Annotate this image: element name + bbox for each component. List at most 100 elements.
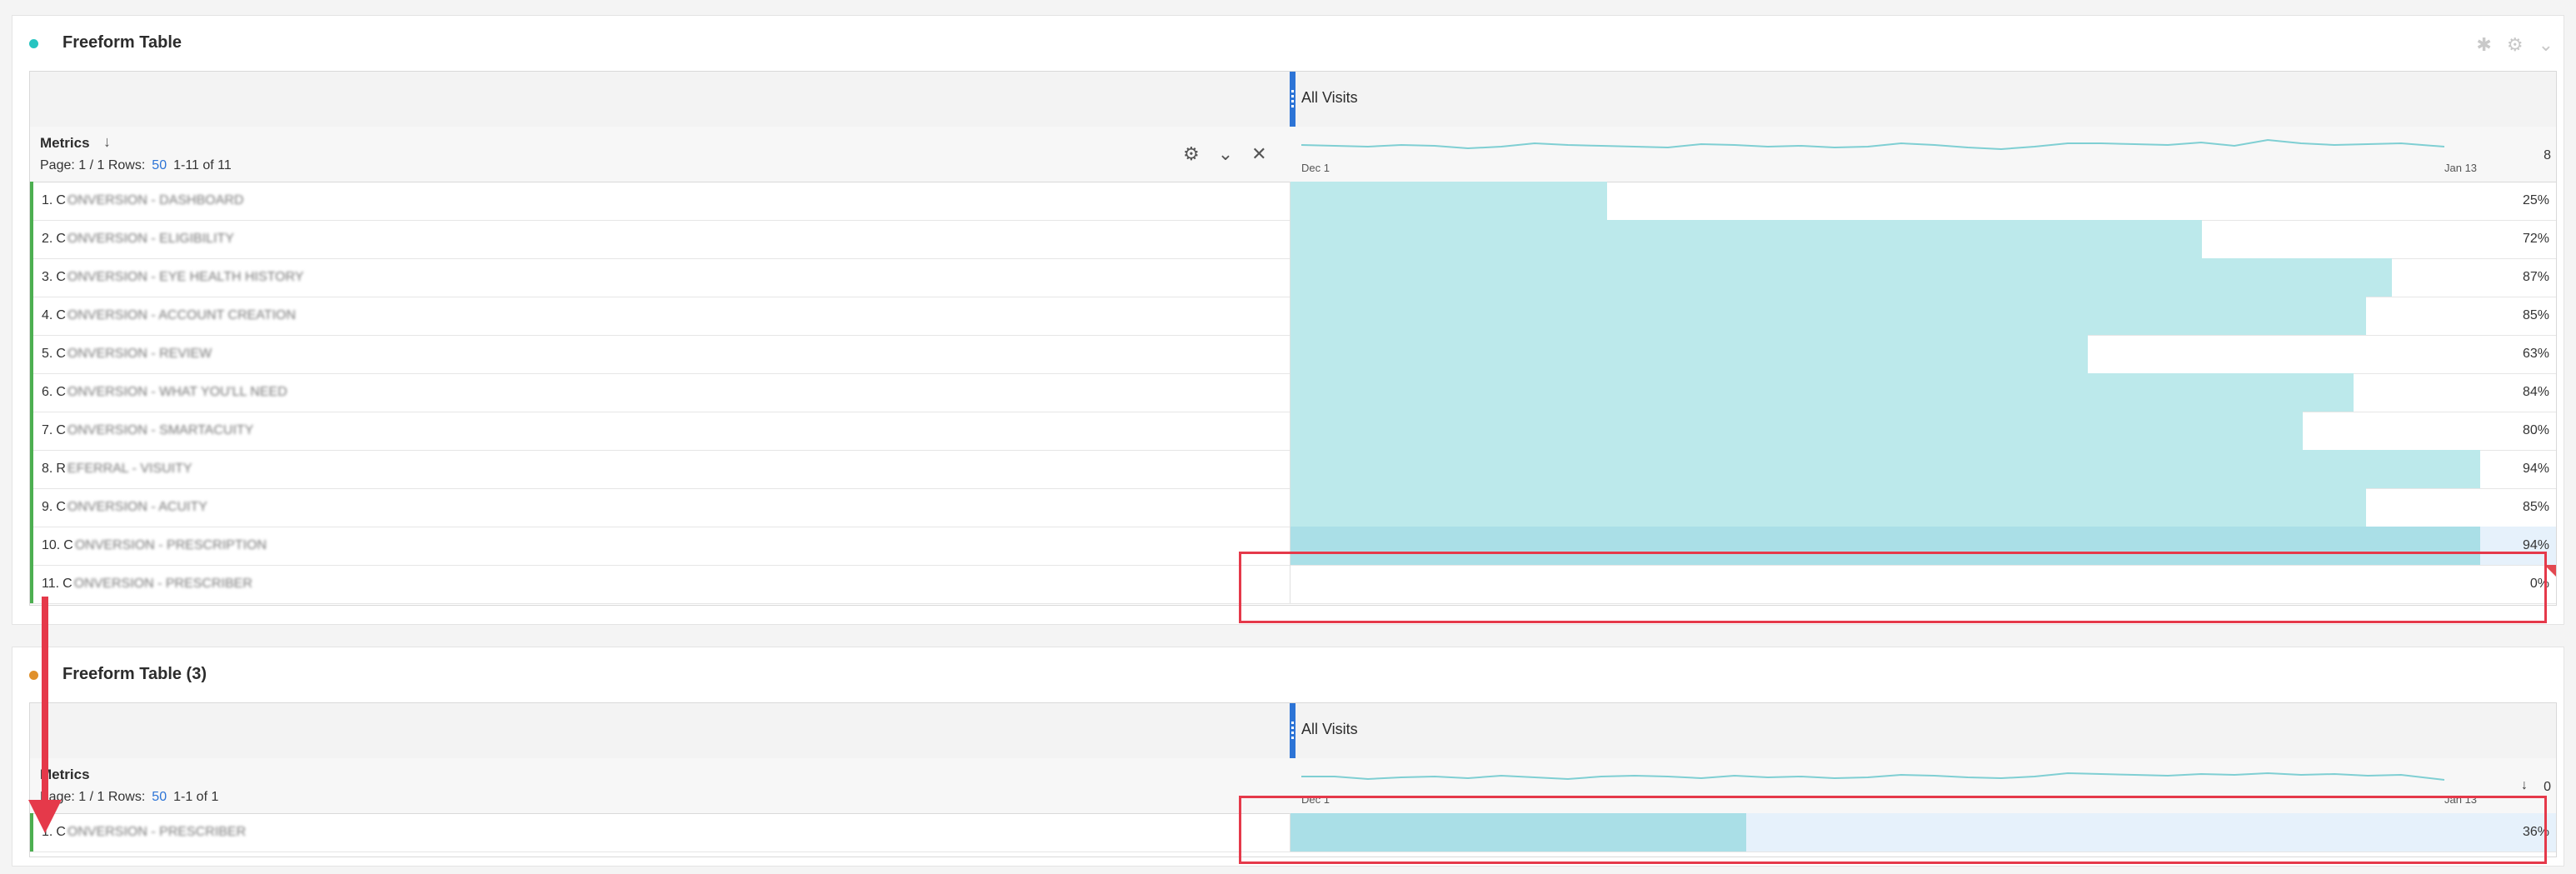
sparkline-total: 8 xyxy=(2544,148,2551,162)
percent-bar xyxy=(1290,182,1607,220)
row-range: 1-11 of 11 xyxy=(173,158,232,172)
percent-bar xyxy=(1290,335,2088,373)
chevron-down-icon[interactable]: ⌄ xyxy=(2539,34,2554,56)
sparkline-end-date: Jan 13 xyxy=(2444,162,2478,174)
row-label[interactable]: 8. R EFERRAL - VISUITY xyxy=(42,462,192,477)
panel-color-dot xyxy=(29,39,38,48)
metric-cell[interactable]: 63% xyxy=(1290,335,2556,373)
row-number: 10. xyxy=(42,538,61,552)
rows-per-page[interactable]: 50 xyxy=(152,158,167,172)
gear-icon[interactable]: ⚙ xyxy=(2507,34,2524,56)
close-icon[interactable]: ✕ xyxy=(1251,143,1266,165)
table-row[interactable]: 3. C ONVERSION - EYE HEALTH HISTORY 87% xyxy=(30,258,2556,297)
sparkline xyxy=(1301,772,2444,781)
row-label-initial: C xyxy=(56,232,66,246)
percent-bar xyxy=(1290,220,2202,258)
table-row[interactable]: 2. C ONVERSION - ELIGIBILITY 72% xyxy=(30,220,2556,259)
metric-cell[interactable]: 85% xyxy=(1290,297,2556,335)
column-title[interactable]: All Visits xyxy=(1301,89,1358,107)
row-label[interactable]: 4. C ONVERSION - ACCOUNT CREATION xyxy=(42,308,296,323)
row-number: 1. xyxy=(42,193,53,207)
table-row[interactable]: 5. C ONVERSION - REVIEW 63% xyxy=(30,335,2556,374)
chevron-down-icon[interactable]: ⌄ xyxy=(1218,143,1233,165)
row-selection-indicator xyxy=(30,373,33,412)
row-selection-indicator xyxy=(30,297,33,335)
freeform-table-panel: Freeform Table ✱ ⚙ ⌄ All Visits Metrics … xyxy=(12,15,2564,625)
row-label[interactable]: 7. C ONVERSION - SMARTACUITY xyxy=(42,423,253,438)
page-indicator: Page: 1 / 1 xyxy=(40,158,105,172)
row-label[interactable]: 2. C ONVERSION - ELIGIBILITY xyxy=(42,232,234,247)
column-title[interactable]: All Visits xyxy=(1301,721,1358,738)
panel-title[interactable]: Freeform Table (3) xyxy=(62,665,207,684)
bug-icon[interactable]: ✱ xyxy=(2476,34,2491,56)
metric-cell[interactable]: 72% xyxy=(1290,220,2556,258)
column-drag-handle[interactable] xyxy=(1290,703,1295,758)
row-label-redacted: ONVERSION - PRESCRIBER xyxy=(73,577,252,591)
row-label[interactable]: 10. C ONVERSION - PRESCRIPTION xyxy=(42,538,267,553)
rows-label: Rows: xyxy=(107,158,146,172)
row-label-initial: C xyxy=(56,193,66,207)
table-row[interactable]: 8. R EFERRAL - VISUITY 94% xyxy=(30,450,2556,489)
row-selection-indicator xyxy=(30,220,33,258)
annotation-arrow xyxy=(42,597,48,805)
metric-cell[interactable]: 94% xyxy=(1290,450,2556,488)
row-number: 11. xyxy=(42,577,60,591)
highlight-box-zero-row xyxy=(1239,552,2547,623)
table-row[interactable]: 9. C ONVERSION - ACUITY 85% xyxy=(30,488,2556,527)
metrics-label[interactable]: Metrics xyxy=(40,135,90,152)
table-row[interactable]: 4. C ONVERSION - ACCOUNT CREATION 85% xyxy=(30,297,2556,336)
row-label[interactable]: 11. C ONVERSION - PRESCRIBER xyxy=(42,577,252,592)
row-selection-indicator xyxy=(30,182,33,220)
metric-cell[interactable]: 84% xyxy=(1290,373,2556,412)
rows-per-page[interactable]: 50 xyxy=(152,790,167,804)
row-selection-indicator xyxy=(30,565,33,603)
column-header: All Visits xyxy=(30,72,2556,127)
percent-bar xyxy=(1290,373,2354,412)
metric-cell[interactable]: 80% xyxy=(1290,412,2556,450)
pagination: Page: 1 / 1 Rows: 50 1-11 of 11 xyxy=(40,158,232,173)
row-number: 5. xyxy=(42,347,53,361)
gear-icon[interactable]: ⚙ xyxy=(1183,143,1200,165)
panel-title[interactable]: Freeform Table xyxy=(62,33,182,52)
row-label-redacted: ONVERSION - REVIEW xyxy=(67,347,212,361)
row-selection-indicator xyxy=(30,335,33,373)
column-header: All Visits xyxy=(30,703,2556,759)
row-label-initial: C xyxy=(56,500,66,514)
row-label[interactable]: 6. C ONVERSION - WHAT YOU'LL NEED xyxy=(42,385,287,400)
row-label[interactable]: 1. C ONVERSION - DASHBOARD xyxy=(42,193,244,208)
percent-value: 72% xyxy=(2522,232,2549,246)
row-label[interactable]: 3. C ONVERSION - EYE HEALTH HISTORY xyxy=(42,270,304,285)
percent-value: 84% xyxy=(2522,385,2549,399)
percent-value: 80% xyxy=(2522,423,2549,437)
row-label-redacted: ONVERSION - PRESCRIPTION xyxy=(74,538,267,552)
row-label[interactable]: 5. C ONVERSION - REVIEW xyxy=(42,347,212,362)
row-number: 3. xyxy=(42,270,53,284)
table-row[interactable]: 7. C ONVERSION - SMARTACUITY 80% xyxy=(30,412,2556,451)
metrics-header: Metrics ↓ Page: 1 / 1 Rows: 50 1-11 of 11 … xyxy=(30,127,2556,182)
row-label-redacted: ONVERSION - DASHBOARD xyxy=(67,193,244,207)
percent-bar xyxy=(1290,297,2367,335)
sort-down-icon[interactable]: ↓ xyxy=(103,133,111,151)
sort-down-icon[interactable]: ↓ xyxy=(2521,778,2528,793)
metric-cell[interactable]: 87% xyxy=(1290,258,2556,297)
metric-tools: ⚙ ⌄ ✕ xyxy=(1183,143,1267,165)
row-label-initial: C xyxy=(56,423,66,437)
metric-cell[interactable]: 85% xyxy=(1290,488,2556,527)
percent-value: 85% xyxy=(2522,500,2549,514)
row-label[interactable]: 1. C ONVERSION - PRESCRIBER xyxy=(42,825,246,840)
row-label-redacted: ONVERSION - ACUITY xyxy=(67,500,207,514)
percent-value: 94% xyxy=(2522,462,2549,476)
row-label-initial: C xyxy=(56,347,66,361)
pagination: Page: 1 / 1 Rows: 50 1-1 of 1 xyxy=(40,790,218,805)
row-label-redacted: ONVERSION - ACCOUNT CREATION xyxy=(67,308,297,322)
metric-cell[interactable]: 25% xyxy=(1290,182,2556,220)
row-label[interactable]: 9. C ONVERSION - ACUITY xyxy=(42,500,207,515)
table-row[interactable]: 6. C ONVERSION - WHAT YOU'LL NEED 84% xyxy=(30,373,2556,412)
row-selection-indicator xyxy=(30,412,33,450)
column-drag-handle[interactable] xyxy=(1290,72,1295,127)
table-row[interactable]: 1. C ONVERSION - DASHBOARD 25% xyxy=(30,182,2556,221)
row-label-initial: C xyxy=(56,385,66,399)
row-number: 7. xyxy=(42,423,53,437)
row-number: 6. xyxy=(42,385,53,399)
row-label-redacted: ONVERSION - WHAT YOU'LL NEED xyxy=(67,385,287,399)
